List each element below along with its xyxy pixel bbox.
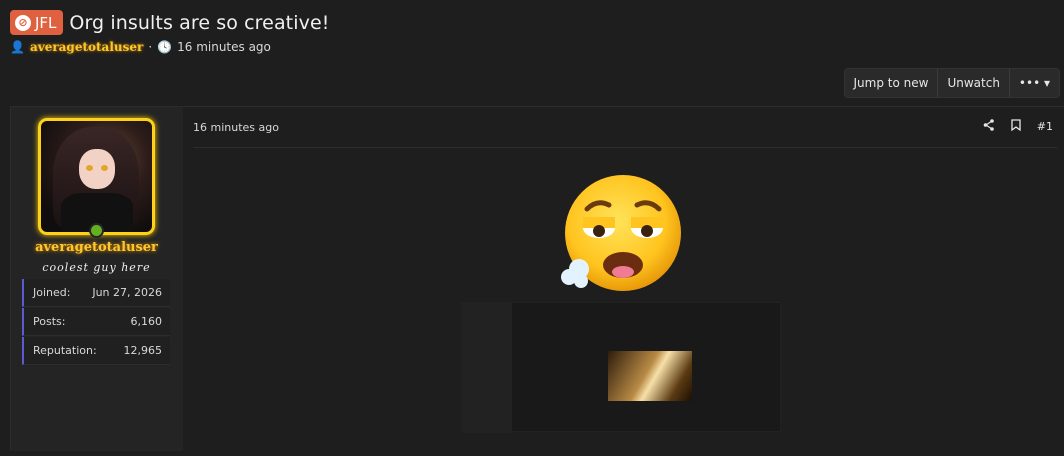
embedded-screenshot[interactable] [461, 302, 781, 433]
jump-to-new-button[interactable]: Jump to new [845, 69, 939, 97]
thread-title-row: ⊘ JFL Org insults are so creative! [10, 10, 329, 35]
stat-reputation: Reputation: 12,965 [22, 337, 170, 365]
prefix-icon: ⊘ [15, 14, 31, 31]
stat-label: Posts: [33, 315, 66, 328]
post-username[interactable]: averagetotaluser [11, 240, 182, 255]
stat-joined: Joined: Jun 27, 2026 [22, 279, 170, 307]
embedded-screenshot-image [608, 351, 692, 401]
post-divider [193, 147, 1057, 148]
post-user-column: averagetotaluser coolest guy here Joined… [11, 107, 182, 451]
avatar-eye-left [86, 165, 93, 171]
clock-icon: 🕓 [157, 40, 173, 54]
prefix-label: JFL [35, 13, 57, 32]
more-options-button[interactable]: ••• ▾ [1010, 69, 1059, 97]
stat-posts: Posts: 6,160 [22, 308, 170, 336]
post-time[interactable]: 16 minutes ago [193, 121, 279, 134]
meta-separator: · [148, 40, 153, 54]
stat-label: Joined: [33, 286, 71, 299]
post-content: 16 minutes ago #1 [183, 107, 1064, 451]
thread-time[interactable]: 16 minutes ago [177, 40, 271, 54]
thread-toolbar: Jump to new Unwatch ••• ▾ [843, 68, 1060, 98]
tired-face-emoji [561, 175, 681, 291]
stat-value: Jun 27, 2026 [92, 286, 162, 299]
online-status-dot [89, 223, 104, 238]
user-icon: 👤 [10, 40, 25, 54]
avatar-eye-right [101, 165, 108, 171]
post-number[interactable]: #1 [1037, 120, 1053, 133]
avatar-face [79, 149, 115, 189]
bookmark-icon[interactable] [1011, 119, 1021, 134]
post: averagetotaluser coolest guy here Joined… [10, 106, 1064, 451]
stat-label: Reputation: [33, 344, 97, 357]
avatar[interactable] [38, 118, 155, 235]
user-stats: Joined: Jun 27, 2026 Posts: 6,160 Reputati… [22, 279, 170, 366]
thread-prefix-badge[interactable]: ⊘ JFL [10, 10, 64, 35]
user-title: coolest guy here [42, 261, 151, 274]
share-icon[interactable] [983, 119, 995, 134]
thread-author-link[interactable]: averagetotaluser [30, 40, 143, 54]
thread-header: ⊘ JFL Org insults are so creative! 👤 ave… [0, 0, 1064, 104]
unwatch-button[interactable]: Unwatch [938, 69, 1010, 97]
thread-meta: 👤 averagetotaluser · 🕓 16 minutes ago [10, 40, 271, 54]
thread-title: Org insults are so creative! [69, 11, 330, 34]
stat-value: 6,160 [130, 315, 163, 328]
embedded-screenshot-user-panel [462, 303, 512, 433]
stat-value: 12,965 [123, 344, 163, 357]
post-actions: #1 [983, 119, 1053, 134]
